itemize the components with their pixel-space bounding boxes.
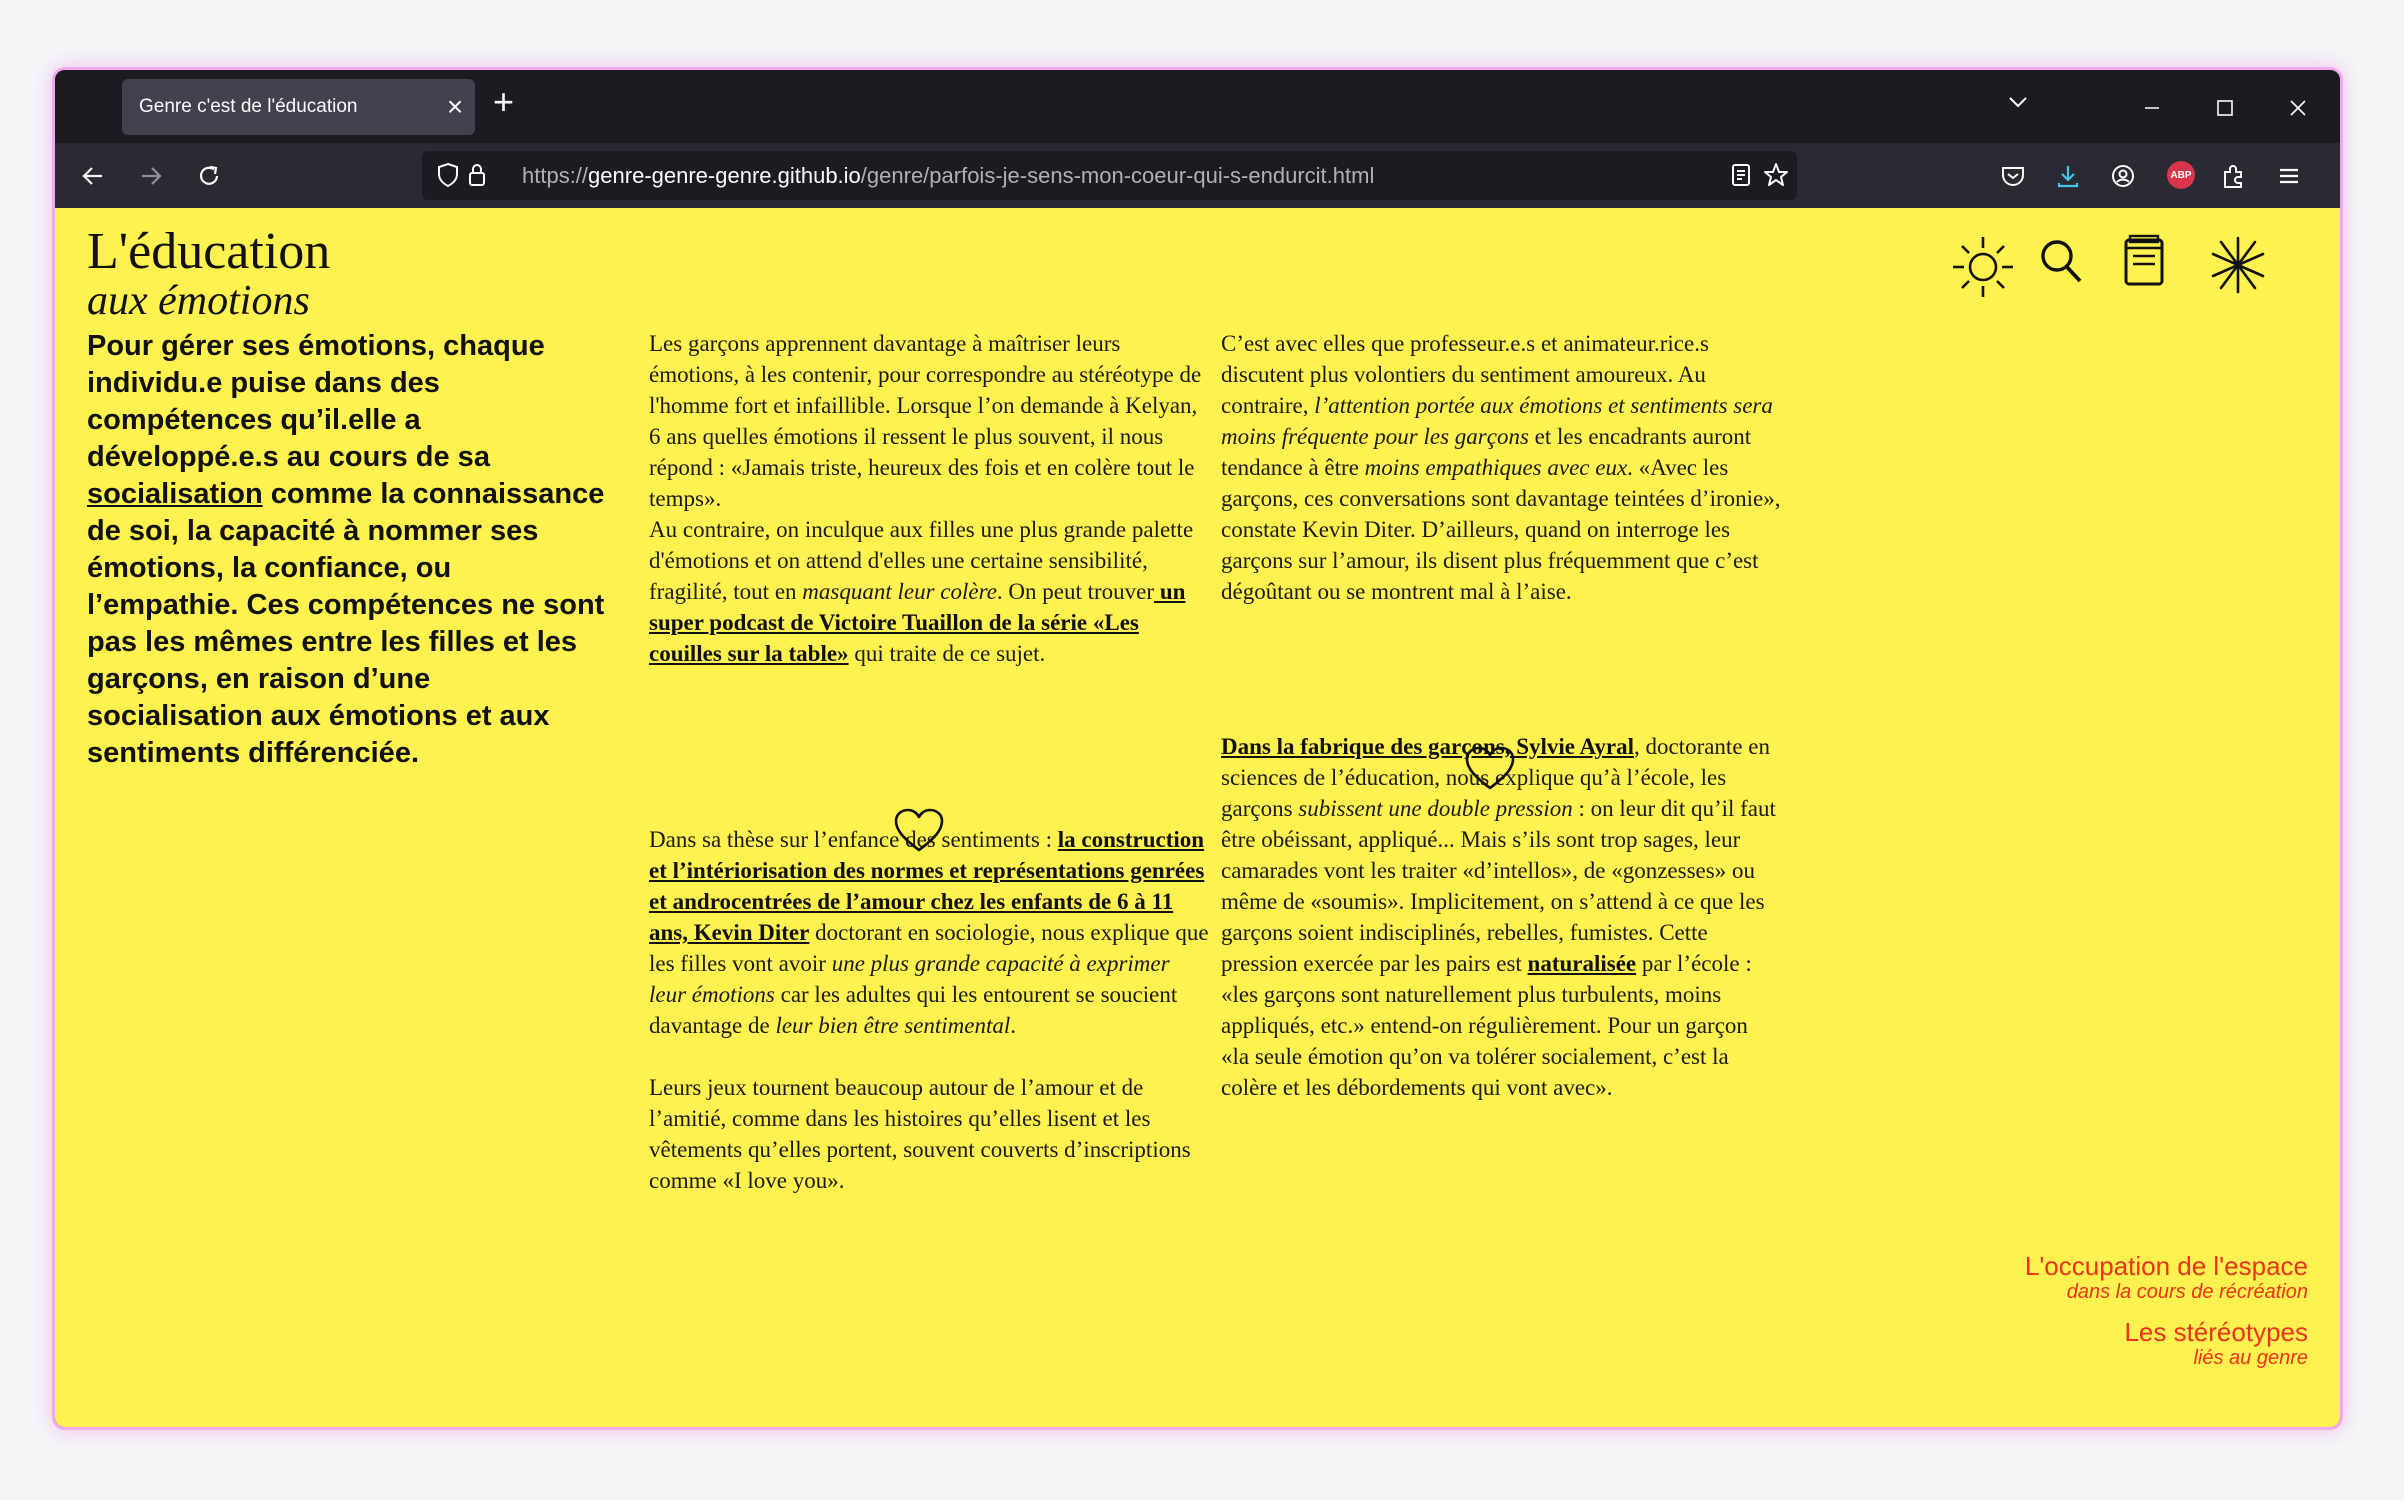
article-column-2: C’est avec elles que professeur.e.s et a… xyxy=(1221,328,1781,1103)
reader-view-icon[interactable] xyxy=(1724,158,1758,192)
nav-bar: https://genre-genre-genre.github.io/genr… xyxy=(55,143,2340,208)
tab-strip: Genre c'est de l'éducation × + xyxy=(55,70,2340,143)
link-stereotypes[interactable]: Les stéréotypes liés au genre xyxy=(2025,1318,2308,1370)
close-window-icon[interactable] xyxy=(2278,88,2318,128)
browser-tab[interactable]: Genre c'est de l'éducation × xyxy=(122,79,475,135)
browser-window: Genre c'est de l'éducation × + https://g… xyxy=(55,70,2340,1427)
minimize-icon[interactable] xyxy=(2132,88,2172,128)
new-tab-icon[interactable]: + xyxy=(493,84,514,120)
maximize-icon[interactable] xyxy=(2205,88,2245,128)
article-column-1: Les garçons apprennent davantage à maîtr… xyxy=(649,328,1209,1196)
menu-icon[interactable] xyxy=(2272,159,2306,193)
forward-icon[interactable] xyxy=(134,159,168,193)
tab-close-icon[interactable]: × xyxy=(435,93,475,121)
naturalisee-link[interactable]: naturalisée xyxy=(1528,951,1637,976)
tab-title: Genre c'est de l'éducation xyxy=(139,96,358,117)
url-text[interactable]: https://genre-genre-genre.github.io/genr… xyxy=(522,163,1374,189)
bookmark-star-icon[interactable] xyxy=(1759,158,1793,192)
paragraph: Dans sa thèse sur l’enfance des sentimen… xyxy=(649,827,1209,1038)
fabrique-link[interactable]: Dans la fabrique des garçons, Sylvie Ayr… xyxy=(1221,734,1634,759)
lock-icon[interactable] xyxy=(460,158,494,192)
site-title-line2: aux émotions xyxy=(87,278,310,324)
paragraph: Leurs jeux tournent beaucoup autour de l… xyxy=(649,1075,1191,1193)
socialisation-link[interactable]: socialisation xyxy=(87,478,263,510)
url-bar[interactable]: https://genre-genre-genre.github.io/genr… xyxy=(422,151,1797,200)
intro-text: Pour gérer ses émotions, chaque individu… xyxy=(87,330,605,769)
asterisk-icon[interactable] xyxy=(2207,234,2269,296)
account-icon[interactable] xyxy=(2106,159,2140,193)
back-icon[interactable] xyxy=(76,159,110,193)
search-icon[interactable] xyxy=(2037,234,2087,288)
sun-icon[interactable] xyxy=(1950,234,2016,300)
download-icon[interactable] xyxy=(2051,159,2085,193)
adblock-plus-icon[interactable]: ABP xyxy=(2167,161,2195,189)
reload-icon[interactable] xyxy=(192,159,226,193)
pocket-icon[interactable] xyxy=(1996,159,2030,193)
related-links: L'occupation de l'espace dans la cours d… xyxy=(2025,1252,2308,1384)
heart-icon xyxy=(1465,746,1515,790)
paragraph: Les garçons apprennent davantage à maîtr… xyxy=(649,331,1202,511)
page-content: L'éducation aux émotions Pour gérer ses … xyxy=(55,208,2340,1427)
site-title-line1: L'éducation xyxy=(87,223,331,280)
extensions-icon[interactable] xyxy=(2216,159,2250,193)
book-icon[interactable] xyxy=(2121,234,2167,290)
heart-icon xyxy=(894,808,944,852)
link-occupation-espace[interactable]: L'occupation de l'espace dans la cours d… xyxy=(2025,1252,2308,1304)
site-title[interactable]: L'éducation aux émotions xyxy=(87,223,331,324)
paragraph: C’est avec elles que professeur.e.s et a… xyxy=(1221,331,1781,604)
chevron-down-icon[interactable] xyxy=(2006,90,2030,119)
paragraph: Au contraire, on inculque aux filles une… xyxy=(649,517,1194,666)
